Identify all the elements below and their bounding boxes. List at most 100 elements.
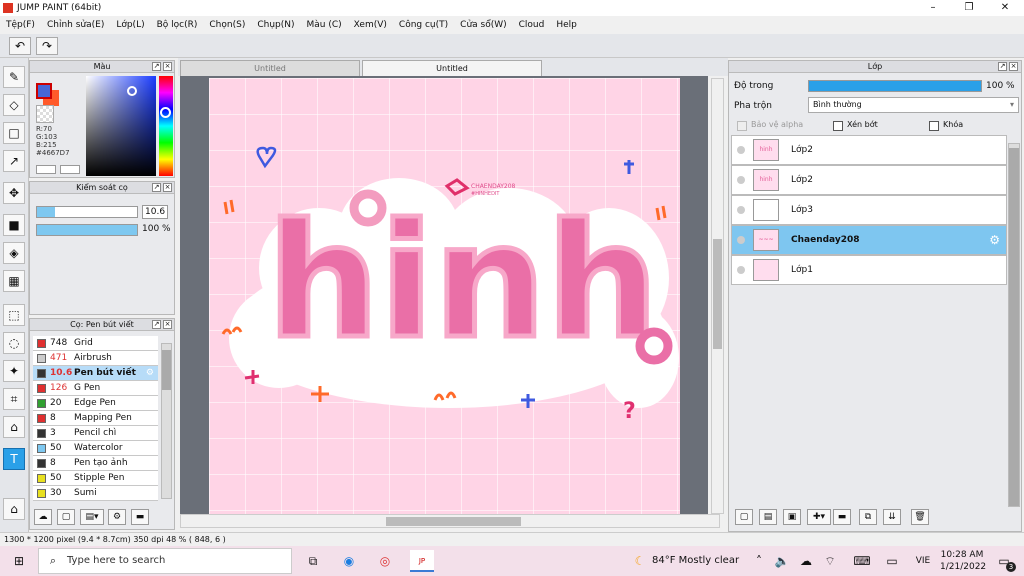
new-layer-from-image-icon[interactable]: ▤ [759, 509, 777, 525]
eraser-tool-icon[interactable]: ◇ [3, 94, 25, 116]
popout-icon[interactable]: ↗ [152, 62, 161, 71]
menu-tools[interactable]: Công cụ(T) [399, 20, 448, 30]
brush-dropdown-icon[interactable]: ▤▾ [80, 509, 104, 525]
move-tool-icon[interactable]: ✥ [3, 182, 25, 204]
brush-item[interactable]: 30 Sumi [33, 486, 158, 501]
bucket-tool-icon[interactable]: ◈ [3, 242, 25, 264]
tab-untitled-2[interactable]: Untitled [362, 60, 542, 76]
brush-item[interactable]: 3 Pencil chì [33, 426, 158, 441]
menu-layer[interactable]: Lớp(L) [116, 20, 144, 30]
menu-window[interactable]: Cửa sổ(W) [460, 20, 506, 30]
brush-size-slider[interactable] [36, 206, 138, 218]
minimize-button[interactable]: – [916, 0, 950, 16]
select-tool-icon[interactable]: □ [3, 122, 25, 144]
fill-rect-tool-icon[interactable]: ■ [3, 214, 25, 236]
menu-cloud[interactable]: Cloud [519, 20, 545, 30]
close-icon[interactable]: × [163, 62, 172, 71]
layer-list-scrollbar[interactable] [1008, 143, 1020, 507]
text-tool-icon[interactable]: T [3, 448, 25, 470]
layer-row[interactable]: ~~~ Chaenday208 ⚙ [731, 225, 1007, 255]
menu-select[interactable]: Chọn(S) [209, 20, 245, 30]
taskbar-search-input[interactable]: Type here to search [38, 548, 292, 574]
clock[interactable]: 10:28 AM 1/21/2022 [940, 549, 986, 573]
blend-mode-select[interactable]: Bình thường ▾ [808, 97, 1019, 113]
brush-folder-icon[interactable]: ▬ [131, 509, 149, 525]
layer-row[interactable]: hinh Lớp2 [731, 165, 1007, 195]
jump-paint-taskbar-icon[interactable]: JP [410, 550, 434, 572]
marquee-tool-icon[interactable]: ⬚ [3, 304, 25, 326]
hue-cursor[interactable] [160, 107, 171, 118]
display-icon[interactable]: ▭ [884, 550, 900, 572]
eyedropper-tool-icon[interactable]: ↗ [3, 150, 25, 172]
layer-row[interactable]: hinh Lớp2 [731, 135, 1007, 165]
protect-alpha-checkbox[interactable] [737, 121, 747, 131]
new-layer-icon[interactable]: ▢ [735, 509, 753, 525]
windows-start-icon[interactable]: ⊞ [8, 550, 30, 572]
menu-capture[interactable]: Chụp(N) [257, 20, 294, 30]
brush-settings-icon[interactable]: ⚙ [108, 509, 126, 525]
layer-row[interactable]: Lớp1 [731, 255, 1007, 285]
brush-item[interactable]: 748 Grid [33, 336, 158, 351]
brush-item[interactable]: 50 Stipple Pen [33, 471, 158, 486]
task-view-icon[interactable]: ⧉ [302, 550, 324, 572]
chrome-browser-icon[interactable]: ◎ [374, 550, 396, 572]
lasso-tool-icon[interactable]: ◌ [3, 332, 25, 354]
brush-list-scrollbar[interactable] [161, 343, 172, 499]
visibility-icon[interactable] [737, 206, 745, 214]
volume-icon[interactable]: 🔈 [774, 550, 790, 572]
color-mode-button-2[interactable] [60, 165, 80, 174]
network-icon[interactable]: ⌔ [822, 550, 838, 572]
saturation-value-picker[interactable] [86, 76, 156, 176]
brush-opacity-slider[interactable] [36, 224, 138, 236]
lock-checkbox[interactable] [929, 121, 939, 131]
close-icon[interactable]: × [1009, 62, 1018, 71]
brush-page-icon[interactable]: ▢ [57, 509, 75, 525]
brush-item[interactable]: 126 G Pen [33, 381, 158, 396]
brush-item[interactable]: 20 Edge Pen [33, 396, 158, 411]
select-eraser-tool-icon[interactable]: ⌂ [3, 416, 25, 438]
menu-color[interactable]: Màu (C) [307, 20, 342, 30]
language-indicator[interactable]: VIE [912, 550, 934, 572]
edge-browser-icon[interactable]: ◉ [338, 550, 360, 572]
layer-opacity-slider[interactable] [808, 80, 982, 92]
pen-tool-icon[interactable]: ✎ [3, 66, 25, 88]
layer-folder-icon[interactable]: ▬ [833, 509, 851, 525]
menu-file[interactable]: Tệp(F) [6, 20, 35, 30]
foreground-color-swatch[interactable] [36, 83, 52, 99]
visibility-icon[interactable] [737, 146, 745, 154]
popout-icon[interactable]: ↗ [152, 183, 161, 192]
close-button[interactable]: ✕ [988, 0, 1022, 16]
merge-layer-icon[interactable]: ⇊ [883, 509, 901, 525]
redo-button[interactable]: ↷ [36, 37, 58, 55]
cloud-tool-icon[interactable]: ⌂ [3, 498, 25, 520]
menu-filter[interactable]: Bộ lọc(R) [157, 20, 198, 30]
undo-button[interactable]: ↶ [9, 37, 31, 55]
visibility-icon[interactable] [737, 176, 745, 184]
brush-item[interactable]: 10.6 Pen bút viết ⚙ [33, 366, 158, 381]
menu-help[interactable]: Help [556, 20, 577, 30]
menu-edit[interactable]: Chỉnh sửa(E) [47, 20, 104, 30]
close-icon[interactable]: × [163, 320, 172, 329]
magic-wand-tool-icon[interactable]: ✦ [3, 360, 25, 382]
keyboard-icon[interactable]: ⌨ [852, 550, 872, 572]
copy-layer-icon[interactable]: ▣ [783, 509, 801, 525]
menu-view[interactable]: Xem(V) [354, 20, 387, 30]
delete-layer-icon[interactable]: 🗑 [911, 509, 929, 525]
layer-add-dropdown-icon[interactable]: ✚▾ [807, 509, 831, 525]
gear-icon[interactable]: ⚙ [146, 368, 154, 378]
brush-size-value[interactable]: 10.6 [142, 205, 168, 219]
visibility-icon[interactable] [737, 236, 745, 244]
brush-item[interactable]: 8 Mapping Pen [33, 411, 158, 426]
hue-slider[interactable] [159, 76, 173, 176]
gradient-tool-icon[interactable]: ▦ [3, 270, 25, 292]
duplicate-layer-icon[interactable]: ⧉ [859, 509, 877, 525]
brush-item[interactable]: 8 Pen tạo ảnh [33, 456, 158, 471]
canvas-vertical-scrollbar[interactable] [711, 78, 724, 514]
sv-cursor[interactable] [127, 86, 137, 96]
gear-icon[interactable]: ⚙ [989, 233, 1000, 247]
visibility-icon[interactable] [737, 266, 745, 274]
popout-icon[interactable]: ↗ [998, 62, 1007, 71]
artwork-canvas[interactable]: hinh CHAENDAY208 #HINHEDIT ? [209, 78, 680, 514]
transparent-swatch[interactable] [36, 105, 54, 123]
brush-new-icon[interactable]: ☁ [34, 509, 52, 525]
